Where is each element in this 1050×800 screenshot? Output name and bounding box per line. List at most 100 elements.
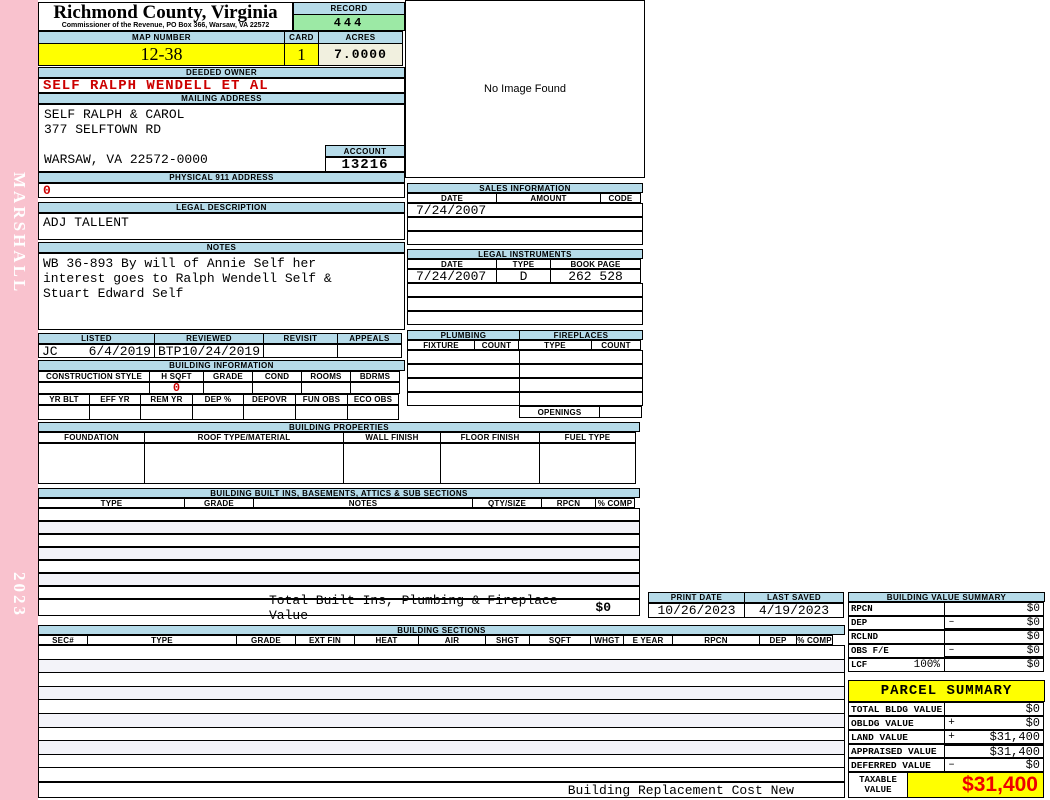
section-row[interactable] xyxy=(39,659,844,674)
section-row[interactable] xyxy=(39,686,844,701)
parcel-row-label: LAND VALUE xyxy=(848,730,945,744)
funobs-header: FUN OBS xyxy=(295,394,348,405)
print-date-value: 10/26/2023 xyxy=(648,603,745,618)
notes-line-3: Stuart Edward Self xyxy=(43,286,184,301)
cond-value[interactable] xyxy=(252,382,302,394)
dep-pct-value[interactable] xyxy=(192,405,244,420)
bvs-row-value: $0 xyxy=(1026,603,1040,615)
bdrms-header: BDRMS xyxy=(350,371,400,382)
hsqft-value[interactable]: 0 xyxy=(149,381,204,395)
last-saved-value: 4/19/2023 xyxy=(744,603,844,618)
section-row[interactable] xyxy=(39,673,844,687)
shgt-header: SHGT xyxy=(485,635,530,645)
roof-value[interactable] xyxy=(144,443,344,484)
instrument-row1-date: 7/24/2007 xyxy=(416,268,487,284)
section-row[interactable] xyxy=(39,646,844,660)
builtin-type-header: TYPE xyxy=(38,498,185,508)
mailing-line-2: 377 SELFTOWN RD xyxy=(44,122,162,137)
section-row[interactable] xyxy=(39,727,844,742)
fixture-header: FIXTURE xyxy=(407,340,475,350)
funobs-value[interactable] xyxy=(295,405,348,420)
remyr-value[interactable] xyxy=(140,405,193,420)
section-row[interactable] xyxy=(39,741,844,755)
instrument-row[interactable] xyxy=(407,283,643,297)
plumbing-fireplace-row[interactable] xyxy=(407,392,643,406)
builtin-row[interactable] xyxy=(38,560,640,573)
notes-line-1: WB 36-893 By will of Annie Self her xyxy=(43,256,317,271)
acres-value[interactable]: 7.0000 xyxy=(318,43,403,66)
builtin-row[interactable] xyxy=(38,534,640,547)
bvs-row-value: $0 xyxy=(1026,644,1040,657)
instrument-row[interactable]: 7/24/2007 D 262 528 xyxy=(407,268,643,284)
sales-row[interactable] xyxy=(407,217,643,231)
builtin-row[interactable] xyxy=(38,547,640,560)
builtin-row[interactable] xyxy=(38,521,640,534)
construction-style-value[interactable] xyxy=(38,382,150,394)
instrument-type-header: TYPE xyxy=(496,259,551,269)
parcel-row-value: $0 xyxy=(1025,716,1040,730)
notes-box[interactable]: WB 36-893 By will of Annie Self her inte… xyxy=(38,253,405,330)
last-saved-label: LAST SAVED xyxy=(744,592,844,603)
legal-description-value[interactable]: ADJ TALLENT xyxy=(38,213,405,240)
vendor-name-vertical: MARSHALL xyxy=(10,172,29,295)
sales-information-label: SALES INFORMATION xyxy=(407,183,643,193)
building-sections-label: BUILDING SECTIONS xyxy=(38,625,845,635)
builtin-rpcn-header: RPCN xyxy=(541,498,596,508)
wall-finish-value[interactable] xyxy=(343,443,441,484)
building-sections-footer: Building Replacement Cost New xyxy=(38,782,845,798)
instrument-row[interactable] xyxy=(407,311,643,325)
physical-address-value[interactable]: 0 xyxy=(38,183,405,198)
map-number-value[interactable]: 12-38 xyxy=(38,43,285,66)
fuel-type-value[interactable] xyxy=(539,443,636,484)
section-row[interactable] xyxy=(39,713,844,728)
mailing-line-1: SELF RALPH & CAROL xyxy=(44,107,185,122)
section-row[interactable] xyxy=(39,700,844,714)
sales-row1-date: 7/24/2007 xyxy=(416,202,487,218)
rooms-value[interactable] xyxy=(301,382,351,394)
appeals-value[interactable] xyxy=(337,344,402,358)
section-row[interactable] xyxy=(39,754,844,769)
openings-value[interactable] xyxy=(599,406,642,418)
instrument-row[interactable] xyxy=(407,297,643,311)
grade-value[interactable] xyxy=(203,382,253,394)
record-value[interactable]: 444 xyxy=(293,14,405,31)
depovr-value[interactable] xyxy=(243,405,296,420)
bvs-row-op: – xyxy=(948,617,955,628)
effyr-value[interactable] xyxy=(89,405,141,420)
card-value[interactable]: 1 xyxy=(284,43,319,66)
revisit-value[interactable] xyxy=(263,344,338,358)
sales-row[interactable] xyxy=(407,231,643,245)
builtin-row[interactable] xyxy=(38,573,640,586)
parcel-row-op: – xyxy=(948,759,955,771)
taxable-value-amount: $31,400 xyxy=(907,772,1044,798)
mailing-address-label: MAILING ADDRESS xyxy=(38,93,405,104)
builtin-notes-header: NOTES xyxy=(253,498,473,508)
deeded-owner-value[interactable]: SELF RALPH WENDELL ET AL xyxy=(38,78,405,94)
floor-finish-value[interactable] xyxy=(440,443,540,484)
plumbing-fireplace-row[interactable] xyxy=(407,350,643,364)
air-header: AIR xyxy=(418,635,486,645)
sales-row[interactable]: 7/24/2007 xyxy=(407,202,643,218)
plumbing-fireplace-row[interactable] xyxy=(407,378,643,392)
ecoobs-value[interactable] xyxy=(347,405,399,420)
plumbing-fireplace-row[interactable] xyxy=(407,364,643,378)
listed-value[interactable]: JC 6/4/2019 xyxy=(38,343,155,359)
section-row[interactable] xyxy=(39,768,844,781)
builtin-grade-header: GRADE xyxy=(184,498,254,508)
grade-header: GRADE xyxy=(236,635,296,645)
builtin-row[interactable] xyxy=(38,508,640,521)
yrblt-value[interactable] xyxy=(38,405,90,420)
bdrms-value[interactable] xyxy=(350,382,400,394)
foundation-value[interactable] xyxy=(38,443,145,484)
parcel-row-value: $31,400 xyxy=(989,744,1040,759)
whgt-header: WHGT xyxy=(590,635,624,645)
extfin-header: EXT FIN xyxy=(295,635,355,645)
property-record-card: { "sidebar": { "vendor": "MARSHALL", "ye… xyxy=(0,0,1050,800)
effyr-header: EFF YR xyxy=(89,394,141,405)
yrblt-header: YR BLT xyxy=(38,394,90,405)
builtin-total-label: Total Built Ins, Plumbing & Fireplace Va… xyxy=(269,592,558,623)
reviewed-value[interactable]: BTP 10/24/2019 xyxy=(154,344,264,359)
account-value[interactable]: 13216 xyxy=(325,157,405,173)
county-title: Richmond County, Virginia xyxy=(53,2,278,23)
listed-by: JC xyxy=(42,343,58,359)
